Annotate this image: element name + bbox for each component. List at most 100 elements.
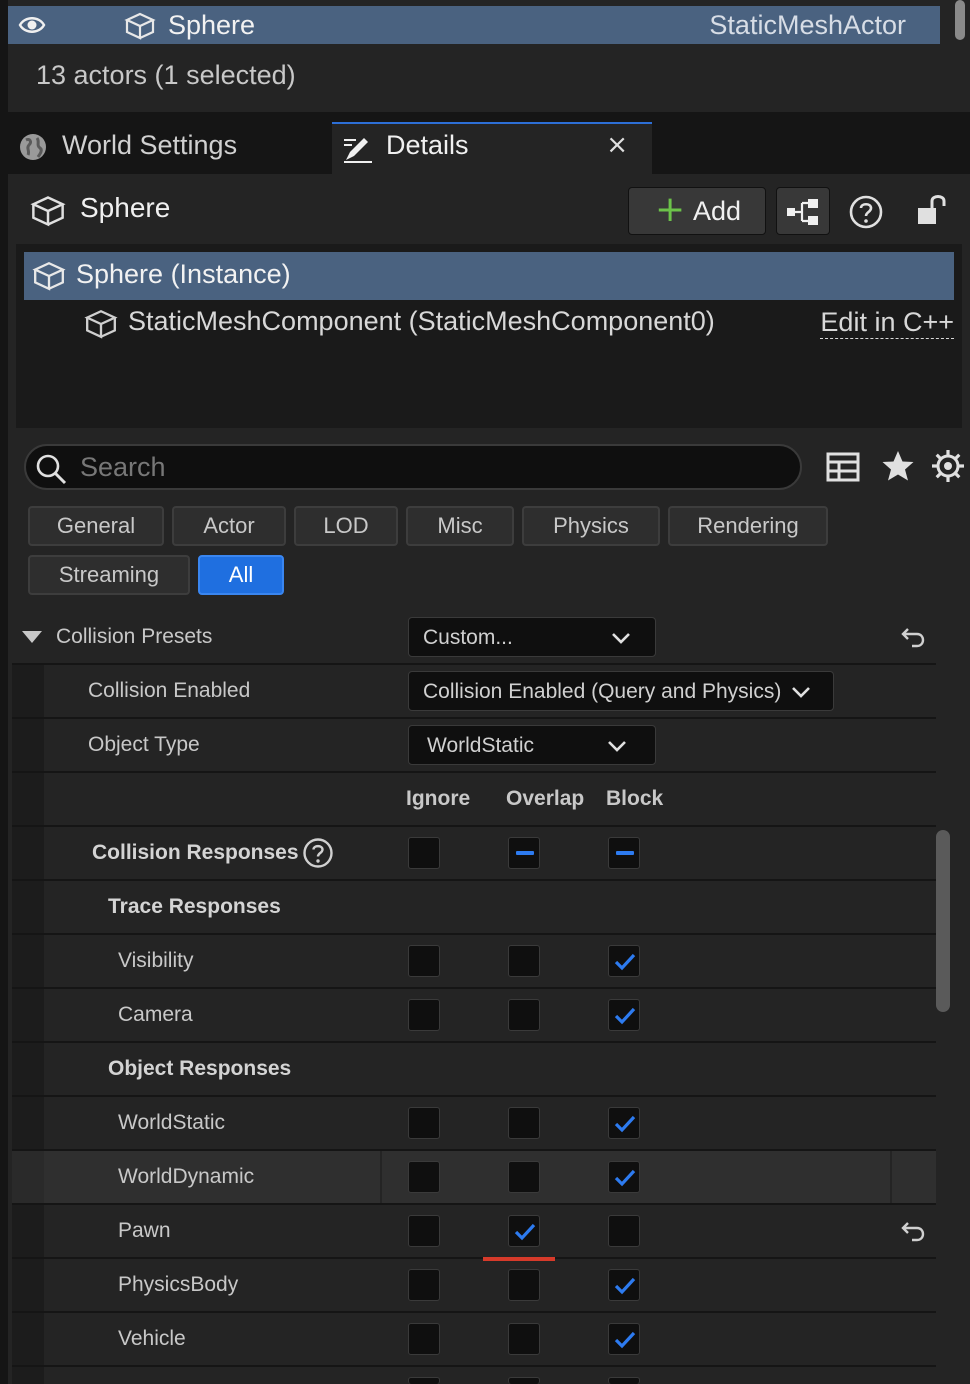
filter-rendering[interactable]: Rendering [668,506,828,546]
eye-icon[interactable] [18,12,46,38]
column-ignore-header: Ignore [406,787,471,810]
collision-presets-label: Collision Presets [56,625,213,648]
channel-label: WorldDynamic [118,1165,255,1188]
block-checkbox[interactable] [608,1269,640,1301]
collapse-arrow-icon[interactable] [22,631,42,643]
overlap-checkbox[interactable] [508,1215,540,1247]
filter-physics[interactable]: Physics [522,506,660,546]
details-object-name: Sphere [80,192,171,223]
all-block-checkbox[interactable] [608,837,640,869]
block-checkbox[interactable] [608,1161,640,1193]
block-checkbox[interactable] [608,1215,640,1247]
reset-to-default-icon[interactable] [900,1219,926,1243]
ignore-checkbox[interactable] [408,945,440,977]
property-matrix-icon[interactable] [826,450,860,484]
panel-tab-bar: World Settings Details × [8,112,970,174]
add-component-button[interactable]: + Add [628,187,766,235]
all-ignore-checkbox[interactable] [408,837,440,869]
overlap-checkbox[interactable] [508,945,540,977]
overlap-checkbox[interactable] [508,1107,540,1139]
favorites-star-icon[interactable] [880,448,916,484]
object-type-label: Object Type [88,733,200,756]
component-tree: Sphere (Instance) StaticMeshComponent (S… [16,244,962,428]
chevron-down-icon [792,687,810,698]
channel-row: WorldDynamic [12,1151,936,1205]
all-overlap-checkbox[interactable] [508,837,540,869]
filter-all[interactable]: All [198,555,284,595]
outliner-scrollbar[interactable] [948,0,970,44]
checkmark-icon [614,1115,636,1133]
tab-details[interactable]: Details × [332,122,652,174]
object-type-dropdown[interactable]: WorldStatic [408,725,656,765]
details-scrollbar-thumb[interactable] [936,830,950,1012]
row-object-responses: Object Responses [12,1043,936,1097]
close-tab-icon[interactable]: × [606,130,628,160]
ignore-checkbox[interactable] [408,1107,440,1139]
help-icon[interactable] [848,194,884,230]
details-pencil-icon [344,138,372,163]
overlap-checkbox[interactable] [508,1323,540,1355]
channel-label: Visibility [118,949,194,972]
channel-row: Pawn [12,1205,936,1259]
ignore-checkbox[interactable] [408,1215,440,1247]
tab-world-settings[interactable]: World Settings [8,120,326,174]
reset-to-default-icon[interactable] [900,625,926,649]
details-object-header: Sphere + Add [8,174,970,244]
channel-label: PhysicsBody [118,1273,239,1296]
blueprint-convert-button[interactable] [776,187,830,235]
object-type-value: WorldStatic [427,734,534,757]
static-mesh-icon [32,261,66,291]
filter-lod[interactable]: LOD [294,506,398,546]
highlight-underline [483,1257,555,1261]
block-checkbox[interactable] [608,945,640,977]
filter-streaming[interactable]: Streaming [28,555,190,595]
overlap-checkbox[interactable] [508,1377,540,1384]
row-trace-responses: Trace Responses [12,881,936,935]
trace-responses-label: Trace Responses [108,895,281,918]
channel-label: Pawn [118,1219,171,1242]
overlap-checkbox[interactable] [508,999,540,1031]
row-collision-responses: Collision Responses [12,827,936,881]
settings-gear-icon[interactable] [930,448,966,484]
channel-row-partial [12,1367,936,1384]
row-response-column-headers: Ignore Overlap Block [12,773,936,827]
ignore-checkbox[interactable] [408,1323,440,1355]
globe-icon [20,134,46,160]
actor-count-status: 13 actors (1 selected) [36,60,296,90]
block-checkbox[interactable] [608,1107,640,1139]
ignore-checkbox[interactable] [408,1161,440,1193]
block-checkbox[interactable] [608,999,640,1031]
details-panel: Sphere + Add Sphere (Instance) StaticMes… [8,174,970,1384]
row-collision-enabled: Collision Enabled Collision Enabled (Que… [12,665,936,719]
channel-row: Visibility [12,935,936,989]
filter-general[interactable]: General [28,506,164,546]
block-checkbox[interactable] [608,1323,640,1355]
checkmark-icon [614,1331,636,1349]
ignore-checkbox[interactable] [408,1269,440,1301]
chevron-down-icon [608,741,626,752]
add-component-label: Add [693,196,742,226]
ignore-checkbox[interactable] [408,999,440,1031]
help-icon[interactable] [302,837,334,869]
details-search-box[interactable] [24,444,802,490]
unlock-icon[interactable] [914,192,950,228]
collision-enabled-dropdown[interactable]: Collision Enabled (Query and Physics) [408,671,834,711]
collision-presets-dropdown[interactable]: Custom... [408,617,656,657]
overlap-checkbox[interactable] [508,1161,540,1193]
column-overlap-header: Overlap [506,787,585,810]
component-root-row[interactable]: Sphere (Instance) [24,252,954,300]
block-checkbox[interactable] [608,1377,640,1384]
collision-presets-value: Custom... [423,626,513,649]
filter-misc[interactable]: Misc [406,506,514,546]
channel-row: Camera [12,989,936,1043]
ignore-checkbox[interactable] [408,1377,440,1384]
search-icon [36,454,67,485]
edit-in-cpp-link[interactable]: Edit in C++ [820,306,954,339]
filter-actor[interactable]: Actor [172,506,286,546]
tab-world-settings-label: World Settings [62,130,238,160]
component-root-label: Sphere (Instance) [76,259,291,289]
outliner-row-sphere[interactable]: Sphere StaticMeshActor [8,6,940,44]
overlap-checkbox[interactable] [508,1269,540,1301]
column-block-header: Block [606,787,664,810]
search-input[interactable] [80,450,780,484]
